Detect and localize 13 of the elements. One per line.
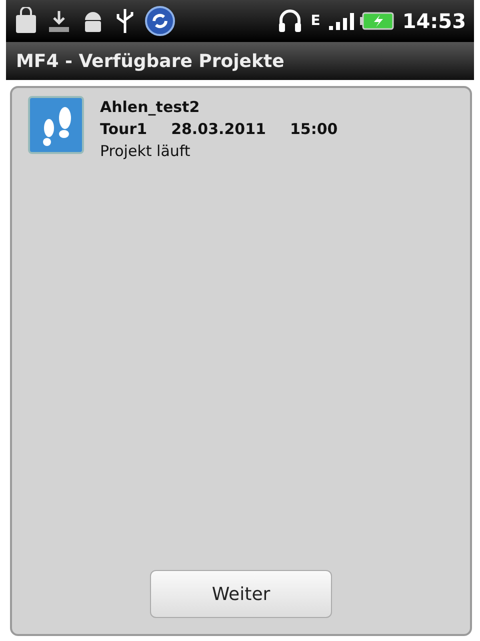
window-title: MF4 - Verfügbare Projekte (16, 50, 284, 74)
footprints-icon (28, 96, 84, 154)
clock-time: 14:53 (402, 8, 466, 35)
signal-icon (328, 11, 356, 31)
network-type-label: E (310, 14, 320, 28)
project-status: Projekt läuft (100, 141, 192, 162)
next-button[interactable]: Weiter (150, 570, 332, 618)
project-detail: 15:00 (290, 119, 338, 140)
project-detail: Tour1 (100, 119, 148, 140)
project-detail: 28.03.2011 (171, 119, 266, 140)
project-name: Ahlen_test2 (100, 97, 201, 118)
sync-icon (144, 5, 176, 37)
battery-icon (360, 11, 394, 31)
